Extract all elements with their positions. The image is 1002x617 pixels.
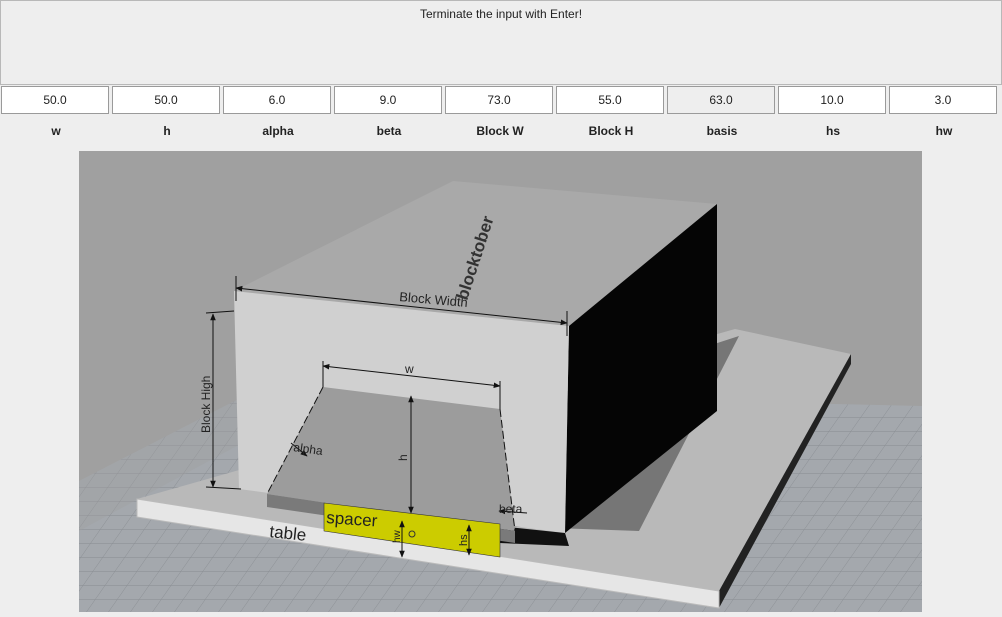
scene-svg: Block Width Block High w h alpha beta sp… (79, 151, 922, 612)
basis-label: basis (706, 124, 738, 138)
h-dim-label: h (396, 454, 410, 461)
block-h-input[interactable] (556, 86, 664, 114)
hs-dim-label: hs (458, 534, 470, 546)
alpha-input[interactable] (223, 86, 331, 114)
block-high-label: Block High (199, 376, 213, 433)
w-input[interactable] (1, 86, 109, 114)
hs-label: hs (825, 124, 840, 138)
block-h-label: Block H (588, 124, 634, 138)
message-panel: Terminate the input with Enter! (0, 0, 1002, 85)
alpha-label: alpha (262, 124, 294, 138)
basis-input[interactable] (667, 86, 775, 114)
beta-label: beta (376, 124, 402, 138)
hw-label: hw (935, 124, 953, 138)
hw-input[interactable] (889, 86, 997, 114)
h-label: h (163, 124, 171, 138)
beta-dim-label: beta (499, 502, 523, 516)
3d-viewport[interactable]: Block Width Block High w h alpha beta sp… (79, 151, 922, 612)
h-input[interactable] (112, 86, 220, 114)
instruction-text: Terminate the input with Enter! (419, 7, 583, 21)
table-label: table (269, 522, 308, 545)
spacer-label: spacer (326, 508, 379, 531)
hs-input[interactable] (778, 86, 886, 114)
parameter-fields (1, 86, 1000, 116)
w-dim-label: w (404, 362, 414, 376)
block-w-input[interactable] (445, 86, 553, 114)
block-w-label: Block W (476, 124, 524, 138)
hw-dim-label: hw (392, 529, 403, 543)
w-label: w (51, 124, 61, 138)
beta-input[interactable] (334, 86, 442, 114)
